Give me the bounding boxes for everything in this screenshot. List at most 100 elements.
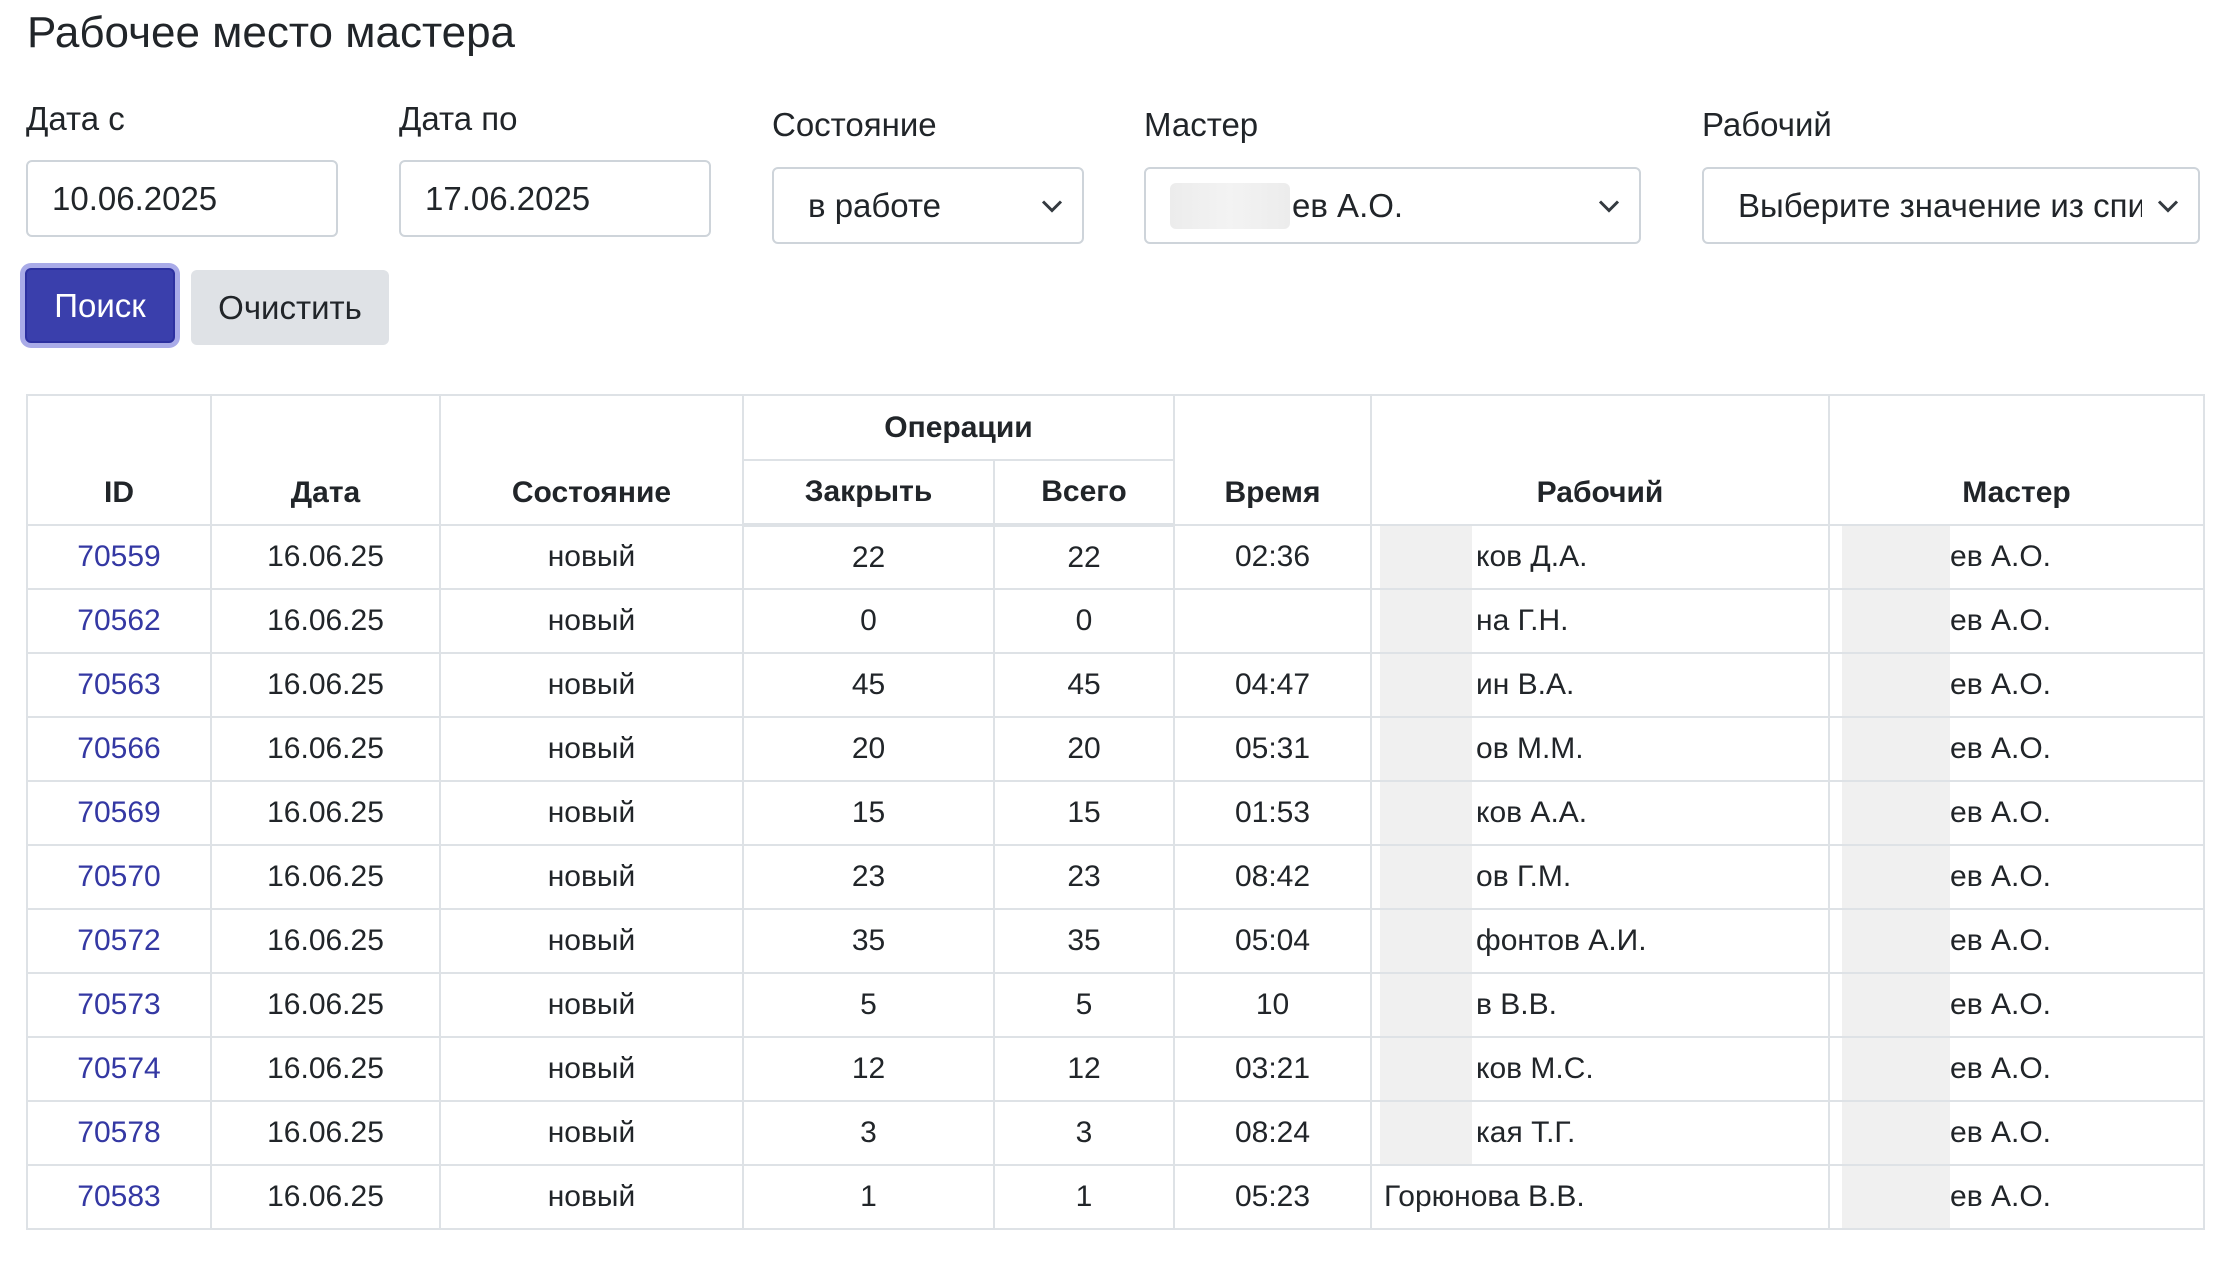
worker-name: ов Г.М.: [1476, 860, 1572, 893]
order-id-link[interactable]: 70572: [77, 924, 160, 957]
worker-name: ков Д.А.: [1476, 540, 1588, 573]
cell-worker: в В.В.: [1370, 972, 1831, 1038]
date-from-label: Дата с: [26, 100, 125, 137]
master-select-value: ев А.О.: [1292, 186, 1404, 224]
master-name: ев А.О.: [1950, 540, 2051, 573]
orders-table: ID Дата Состояние Операции Время Рабочий…: [26, 394, 2206, 1230]
master-name: ев А.О.: [1950, 1180, 2051, 1213]
cell-state: новый: [439, 908, 744, 974]
search-button[interactable]: Поиск: [25, 268, 175, 343]
cell-total: 45: [992, 652, 1176, 718]
cell-id: 70566: [26, 716, 212, 782]
master-label: Мастер: [1144, 106, 1259, 143]
order-id-link[interactable]: 70570: [77, 860, 160, 893]
master-name: ев А.О.: [1950, 668, 2051, 701]
cell-close: 23: [742, 844, 995, 910]
col-header-state[interactable]: Состояние: [439, 394, 744, 526]
master-name: ев А.О.: [1950, 1052, 2051, 1085]
col-header-time[interactable]: Время: [1173, 394, 1373, 526]
cell-date: 16.06.25: [210, 588, 441, 654]
cell-close: 15: [742, 780, 995, 846]
cell-close: 1: [742, 1164, 995, 1230]
chevron-down-icon: [2157, 199, 2179, 213]
cell-close: 20: [742, 716, 995, 782]
cell-time: 04:47: [1173, 652, 1373, 718]
cell-master: ев А.О.: [1828, 1036, 2206, 1102]
state-select[interactable]: в работе: [772, 167, 1084, 244]
cell-date: 16.06.25: [210, 1100, 441, 1166]
cell-date: 16.06.25: [210, 652, 441, 718]
cell-master: ев А.О.: [1828, 716, 2206, 782]
master-name: ев А.О.: [1950, 988, 2051, 1021]
cell-state: новый: [439, 716, 744, 782]
cell-id: 70559: [26, 524, 212, 590]
cell-time: 03:21: [1173, 1036, 1373, 1102]
order-id-link[interactable]: 70574: [77, 1052, 160, 1085]
cell-time: 08:24: [1173, 1100, 1373, 1166]
order-id-link[interactable]: 70578: [77, 1116, 160, 1149]
col-header-close[interactable]: Закрыть: [742, 459, 995, 527]
master-name: ев А.О.: [1950, 604, 2051, 637]
order-id-link[interactable]: 70569: [77, 796, 160, 829]
cell-master: ев А.О.: [1828, 652, 2206, 718]
cell-worker: ков А.А.: [1370, 780, 1831, 846]
date-from-input[interactable]: 10.06.2025: [26, 160, 338, 237]
col-header-worker[interactable]: Рабочий: [1370, 394, 1831, 526]
date-to-input[interactable]: 17.06.2025: [399, 160, 711, 237]
master-name: ев А.О.: [1950, 1116, 2051, 1149]
cell-worker: ов М.М.: [1370, 716, 1831, 782]
cell-total: 35: [992, 908, 1176, 974]
cell-state: новый: [439, 1100, 744, 1166]
page-title: Рабочее место мастера: [27, 8, 516, 57]
order-id-link[interactable]: 70562: [77, 604, 160, 637]
cell-close: 5: [742, 972, 995, 1038]
order-id-link[interactable]: 70559: [77, 540, 160, 573]
col-header-total[interactable]: Всего: [992, 459, 1176, 527]
order-id-link[interactable]: 70573: [77, 988, 160, 1021]
date-to-label: Дата по: [399, 100, 518, 137]
cell-date: 16.06.25: [210, 524, 441, 590]
state-label: Состояние: [772, 106, 937, 143]
orders-table-wrap: ID Дата Состояние Операции Время Рабочий…: [26, 394, 2206, 1230]
master-select[interactable]: ев А.О.: [1144, 167, 1641, 244]
chevron-down-icon: [1041, 199, 1063, 213]
cell-id: 70578: [26, 1100, 212, 1166]
cell-state: новый: [439, 1036, 744, 1102]
cell-id: 70563: [26, 652, 212, 718]
cell-worker: Горюнова В.В.: [1370, 1164, 1831, 1230]
worker-name: Горюнова В.В.: [1384, 1180, 1585, 1213]
cell-id: 70562: [26, 588, 212, 654]
cell-worker: ов Г.М.: [1370, 844, 1831, 910]
cell-time: 01:53: [1173, 780, 1373, 846]
col-header-id[interactable]: ID: [26, 394, 212, 526]
order-id-link[interactable]: 70563: [77, 668, 160, 701]
chevron-down-icon: [1598, 199, 1620, 213]
order-id-link[interactable]: 70583: [77, 1180, 160, 1213]
table-row: 70573 16.06.25 новый 5 5 10 в В.В. ев А.…: [26, 972, 2206, 1038]
cell-worker: ков Д.А.: [1370, 524, 1831, 590]
cell-master: ев А.О.: [1828, 844, 2206, 910]
worker-select[interactable]: Выберите значение из спи: [1702, 167, 2200, 244]
cell-total: 15: [992, 780, 1176, 846]
table-row: 70559 16.06.25 новый 22 22 02:36 ков Д.А…: [26, 524, 2206, 590]
col-header-master[interactable]: Мастер: [1828, 394, 2206, 526]
cell-date: 16.06.25: [210, 1036, 441, 1102]
cell-worker: на Г.Н.: [1370, 588, 1831, 654]
order-id-link[interactable]: 70566: [77, 732, 160, 765]
table-row: 70569 16.06.25 новый 15 15 01:53 ков А.А…: [26, 780, 2206, 846]
cell-total: 5: [992, 972, 1176, 1038]
table-row: 70583 16.06.25 новый 1 1 05:23 Горюнова …: [26, 1164, 2206, 1230]
cell-worker: кая Т.Г.: [1370, 1100, 1831, 1166]
clear-button[interactable]: Очистить: [191, 270, 389, 345]
cell-close: 12: [742, 1036, 995, 1102]
table-row: 70574 16.06.25 новый 12 12 03:21 ков М.С…: [26, 1036, 2206, 1102]
cell-date: 16.06.25: [210, 972, 441, 1038]
state-select-value: в работе: [808, 186, 942, 224]
cell-total: 0: [992, 588, 1176, 654]
col-header-date[interactable]: Дата: [210, 394, 441, 526]
cell-close: 0: [742, 588, 995, 654]
worker-name: кая Т.Г.: [1476, 1116, 1576, 1149]
cell-id: 70574: [26, 1036, 212, 1102]
redacted-block: [1170, 182, 1290, 229]
cell-close: 22: [742, 524, 995, 590]
